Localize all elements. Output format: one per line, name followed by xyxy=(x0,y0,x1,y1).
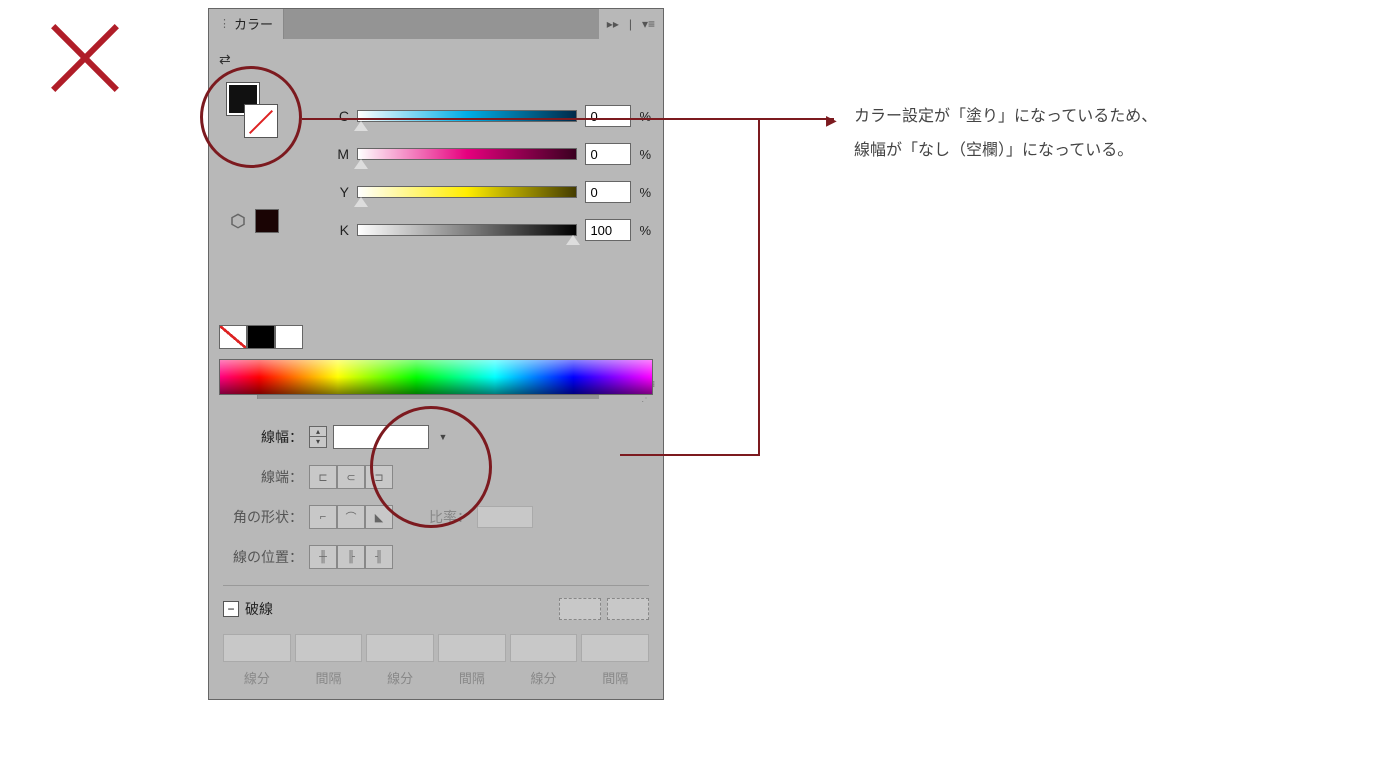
align-label: 線の位置： xyxy=(223,547,303,567)
align-outside-button[interactable]: ╢ xyxy=(365,545,393,569)
join-round-button[interactable]: ⌒ xyxy=(337,505,365,529)
arrow-icon: ▶ xyxy=(826,112,837,129)
color-tab-label: カラー xyxy=(234,14,273,33)
menu-icon[interactable]: ▾≡ xyxy=(642,17,655,31)
stroke-width-label: 線幅： xyxy=(223,427,303,447)
dash-label: 破線 xyxy=(245,599,559,619)
grip-icon: ⋮ xyxy=(219,17,230,30)
dash-sub-5: 線分 xyxy=(510,668,578,687)
align-row: 線の位置： ╫ ╟ ╢ xyxy=(223,537,649,577)
ratio-input[interactable] xyxy=(477,506,533,528)
c-unit: % xyxy=(639,109,651,124)
resize-grip-icon[interactable]: ⋰ xyxy=(219,395,653,407)
cube-icon[interactable] xyxy=(229,212,247,230)
align-buttons: ╫ ╟ ╢ xyxy=(309,545,393,569)
x-mark-icon xyxy=(40,10,130,100)
dash-input-1[interactable] xyxy=(223,634,291,662)
k-row: K % xyxy=(331,211,651,249)
dash-input-6[interactable] xyxy=(581,634,649,662)
none-swatch[interactable] xyxy=(219,325,247,349)
c-input[interactable] xyxy=(585,105,631,127)
dash-input-2[interactable] xyxy=(295,634,363,662)
y-row: Y % xyxy=(331,173,651,211)
dash-type-2[interactable] xyxy=(607,598,649,620)
join-buttons: ⌐ ⌒ ◣ xyxy=(309,505,393,529)
quick-swatches xyxy=(219,325,653,349)
dash-checkbox[interactable]: − xyxy=(223,601,239,617)
divider xyxy=(223,585,649,586)
dash-input-5[interactable] xyxy=(510,634,578,662)
annotation-connector xyxy=(302,118,760,120)
y-label: Y xyxy=(331,184,349,200)
tab-area xyxy=(284,9,599,39)
dash-sub-2: 間隔 xyxy=(295,668,363,687)
join-label: 角の形状： xyxy=(223,507,303,527)
dash-input-4[interactable] xyxy=(438,634,506,662)
align-inside-button[interactable]: ╟ xyxy=(337,545,365,569)
k-input[interactable] xyxy=(585,219,631,241)
k-slider[interactable] xyxy=(357,224,577,236)
m-label: M xyxy=(331,146,349,162)
y-input[interactable] xyxy=(585,181,631,203)
width-spinner[interactable]: ▴▾ xyxy=(309,426,327,448)
color-panel-header: ⋮ カラー ▸▸ | ▾≡ xyxy=(209,9,663,39)
divider-icon: | xyxy=(629,17,632,31)
cap-label: 線端： xyxy=(223,467,303,487)
m-input[interactable] xyxy=(585,143,631,165)
cap-round-button[interactable]: ⊂ xyxy=(337,465,365,489)
y-unit: % xyxy=(639,185,651,200)
annotation-text: カラー設定が「塗り」になっているため、 線幅が「なし（空欄）」になっている。 xyxy=(854,100,1157,167)
swap-fill-stroke-icon[interactable]: ⇄ xyxy=(219,51,231,68)
annotation-line1: カラー設定が「塗り」になっているため、 xyxy=(854,100,1157,134)
y-slider[interactable] xyxy=(357,186,577,198)
dash-sub-6: 間隔 xyxy=(581,668,649,687)
m-unit: % xyxy=(639,147,651,162)
c-label: C xyxy=(331,108,349,124)
align-center-button[interactable]: ╫ xyxy=(309,545,337,569)
dash-type-buttons xyxy=(559,598,649,620)
highlight-circle-fillstroke xyxy=(200,66,302,168)
annotation-line2: 線幅が「なし（空欄）」になっている。 xyxy=(854,134,1157,168)
join-miter-button[interactable]: ⌐ xyxy=(309,505,337,529)
collapse-icon[interactable]: ▸▸ xyxy=(607,17,619,31)
c-slider[interactable] xyxy=(357,110,577,122)
annotation-connector xyxy=(758,118,760,456)
k-label: K xyxy=(331,222,349,238)
extra-icons xyxy=(229,209,279,233)
annotation-connector xyxy=(620,454,760,456)
color-tab[interactable]: ⋮ カラー xyxy=(209,9,284,39)
m-row: M % xyxy=(331,135,651,173)
dash-type-1[interactable] xyxy=(559,598,601,620)
spectrum-picker[interactable] xyxy=(219,359,653,395)
dash-inputs: 線分 間隔 線分 間隔 線分 間隔 xyxy=(223,634,649,687)
highlight-circle-width xyxy=(370,406,492,528)
white-swatch[interactable] xyxy=(275,325,303,349)
dash-sub-1: 線分 xyxy=(223,668,291,687)
k-unit: % xyxy=(639,223,651,238)
annotation-connector xyxy=(760,118,834,120)
last-color-swatch[interactable] xyxy=(255,209,279,233)
dash-row: − 破線 xyxy=(223,594,649,624)
color-panel-header-icons: ▸▸ | ▾≡ xyxy=(599,9,663,39)
dash-sub-3: 線分 xyxy=(366,668,434,687)
black-swatch[interactable] xyxy=(247,325,275,349)
dash-input-3[interactable] xyxy=(366,634,434,662)
m-slider[interactable] xyxy=(357,148,577,160)
cap-butt-button[interactable]: ⊏ xyxy=(309,465,337,489)
dash-sub-4: 間隔 xyxy=(438,668,506,687)
c-row: C % xyxy=(331,97,651,135)
